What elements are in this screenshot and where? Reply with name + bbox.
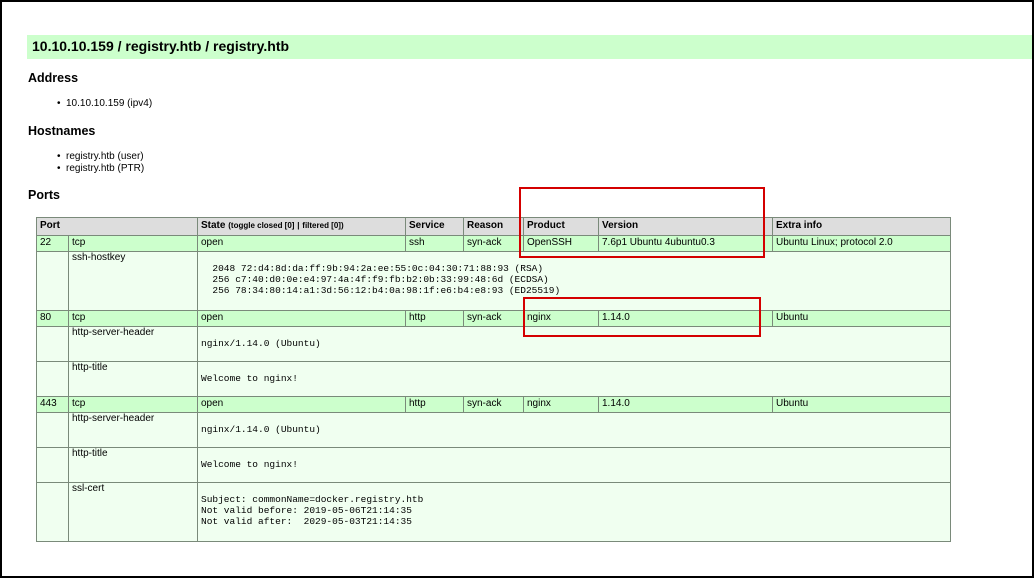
highlight-box-openssh — [519, 187, 765, 258]
script-spacer — [36, 412, 69, 448]
script-row: ssh-hostkey 2048 72:d4:8d:da:ff:9b:94:2a… — [36, 251, 951, 311]
script-row: ssl-cert Subject: commonName=docker.regi… — [36, 482, 951, 542]
highlight-box-nginx — [523, 297, 761, 337]
report-page: 10.10.10.159 / registry.htb / registry.h… — [0, 0, 1034, 578]
hostnames-heading: Hostnames — [28, 124, 96, 138]
port-service: ssh — [405, 235, 464, 252]
address-heading: Address — [28, 71, 79, 85]
port-row-22: 22 tcp open ssh syn-ack OpenSSH 7.6p1 Ub… — [36, 235, 951, 252]
port-extra-info: Ubuntu — [772, 310, 951, 327]
toggle-separator: | — [297, 221, 300, 230]
port-product: nginx — [523, 396, 599, 413]
address-list: 10.10.10.159 (ipv4) — [54, 98, 152, 110]
script-name: http-server-header — [68, 412, 198, 448]
script-output: Subject: commonName=docker.registry.htb … — [201, 494, 424, 527]
hostnames-list: registry.htb (user) registry.htb (PTR) — [54, 151, 144, 175]
port-protocol: tcp — [68, 396, 198, 413]
col-header-service: Service — [405, 217, 464, 236]
toggle-filtered-link[interactable]: filtered [0]) — [302, 221, 343, 230]
script-output: Welcome to nginx! — [201, 373, 298, 384]
col-header-state: State (toggle closed [0] | filtered [0]) — [197, 217, 406, 236]
port-row-80: 80 tcp open http syn-ack nginx 1.14.0 Ub… — [36, 310, 951, 327]
script-output: 2048 72:d4:8d:da:ff:9b:94:2a:ee:55:0c:04… — [212, 263, 561, 296]
script-spacer — [36, 326, 69, 362]
port-reason: syn-ack — [463, 396, 524, 413]
script-row: http-server-header nginx/1.14.0 (Ubuntu) — [36, 326, 951, 362]
port-state: open — [197, 235, 406, 252]
script-output-cell: Subject: commonName=docker.registry.htb … — [197, 482, 951, 542]
script-output-cell: Welcome to nginx! — [197, 361, 951, 397]
port-service: http — [405, 310, 464, 327]
port-row-443: 443 tcp open http syn-ack nginx 1.14.0 U… — [36, 396, 951, 413]
script-output: nginx/1.14.0 (Ubuntu) — [201, 424, 321, 435]
col-header-reason: Reason — [463, 217, 524, 236]
port-state: open — [197, 396, 406, 413]
ports-table-header: Port State (toggle closed [0] | filtered… — [36, 217, 951, 236]
script-row: http-title Welcome to nginx! — [36, 447, 951, 483]
port-service: http — [405, 396, 464, 413]
port-number: 80 — [36, 310, 69, 327]
script-name: ssl-cert — [68, 482, 198, 542]
toggle-closed-link[interactable]: (toggle closed [0] — [228, 221, 294, 230]
ports-table: Port State (toggle closed [0] | filtered… — [36, 217, 951, 542]
col-header-state-label: State — [201, 220, 226, 231]
script-name: http-title — [68, 447, 198, 483]
col-header-extra: Extra info — [772, 217, 951, 236]
col-header-port: Port — [36, 217, 198, 236]
port-reason: syn-ack — [463, 235, 524, 252]
script-spacer — [36, 482, 69, 542]
script-output-cell: nginx/1.14.0 (Ubuntu) — [197, 412, 951, 448]
script-spacer — [36, 447, 69, 483]
script-spacer — [36, 251, 69, 311]
script-output: Welcome to nginx! — [201, 459, 298, 470]
script-row: http-server-header nginx/1.14.0 (Ubuntu) — [36, 412, 951, 448]
port-number: 22 — [36, 235, 69, 252]
port-extra-info: Ubuntu — [772, 396, 951, 413]
script-spacer — [36, 361, 69, 397]
port-extra-info: Ubuntu Linux; protocol 2.0 — [772, 235, 951, 252]
hostname-item: registry.htb (PTR) — [54, 163, 144, 175]
port-protocol: tcp — [68, 310, 198, 327]
script-name: http-server-header — [68, 326, 198, 362]
host-title: 10.10.10.159 / registry.htb / registry.h… — [32, 38, 290, 54]
port-protocol: tcp — [68, 235, 198, 252]
port-state: open — [197, 310, 406, 327]
script-name: ssh-hostkey — [68, 251, 198, 311]
address-item: 10.10.10.159 (ipv4) — [54, 98, 152, 110]
script-row: http-title Welcome to nginx! — [36, 361, 951, 397]
port-reason: syn-ack — [463, 310, 524, 327]
port-version: 1.14.0 — [598, 396, 773, 413]
script-name: http-title — [68, 361, 198, 397]
script-output-cell: Welcome to nginx! — [197, 447, 951, 483]
port-number: 443 — [36, 396, 69, 413]
hostname-item: registry.htb (user) — [54, 151, 144, 163]
ports-heading: Ports — [28, 188, 60, 202]
